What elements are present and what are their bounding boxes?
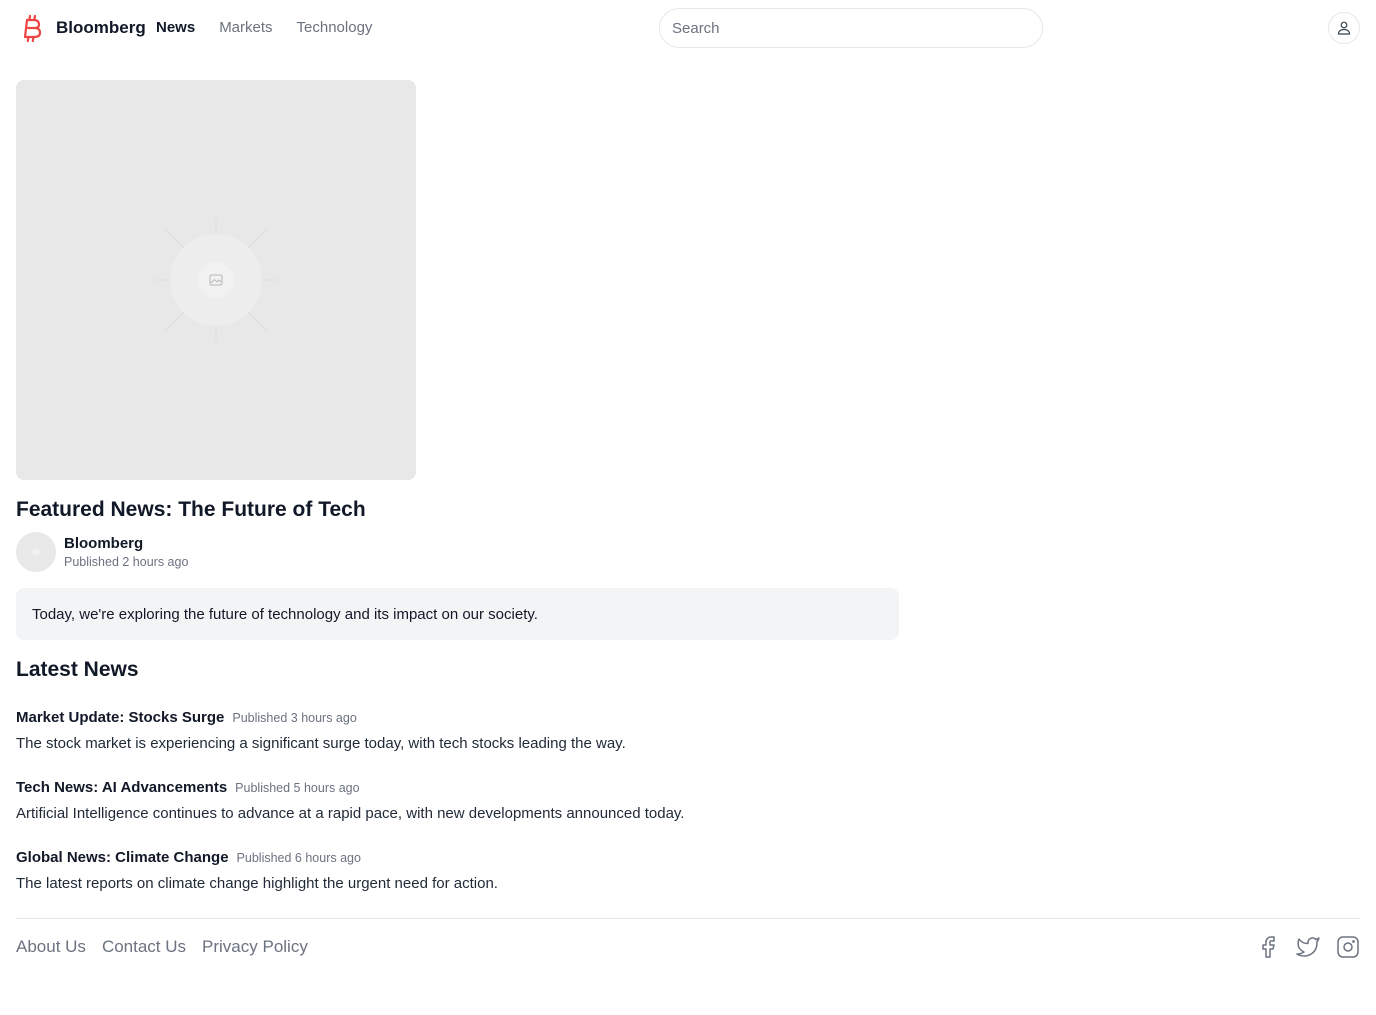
news-item-description: The stock market is experiencing a signi…	[16, 735, 626, 752]
brand-name[interactable]: Bloomberg	[56, 18, 146, 38]
footer-link-contact[interactable]: Contact Us	[102, 937, 186, 957]
instagram-icon[interactable]	[1336, 935, 1360, 959]
main-nav: News Markets Technology	[156, 18, 372, 38]
news-item-time: Published 6 hours ago	[236, 851, 361, 865]
latest-news-heading: Latest News	[16, 658, 139, 681]
search-input[interactable]	[659, 8, 1043, 48]
nav-markets[interactable]: Markets	[219, 18, 272, 38]
site-header: Bloomberg News Markets Technology	[0, 0, 1376, 56]
news-item-description: The latest reports on climate change hig…	[16, 875, 498, 892]
featured-summary: Today, we're exploring the future of tec…	[16, 588, 899, 640]
footer-divider	[16, 918, 1360, 919]
news-item[interactable]: Tech News: AI Advancements Published 5 h…	[16, 778, 1016, 824]
author-avatar	[16, 532, 56, 572]
news-item-title[interactable]: Tech News: AI Advancements	[16, 778, 227, 798]
news-item-title[interactable]: Global News: Climate Change	[16, 848, 229, 868]
published-time: Published 2 hours ago	[64, 555, 189, 569]
news-item-description: Artificial Intelligence continues to adv…	[16, 805, 685, 822]
author-name: Bloomberg	[64, 535, 144, 552]
nav-news[interactable]: News	[156, 18, 195, 38]
footer-link-privacy[interactable]: Privacy Policy	[202, 937, 308, 957]
news-item-time: Published 3 hours ago	[232, 711, 357, 725]
footer-links: About Us Contact Us Privacy Policy	[16, 937, 308, 957]
user-account-button[interactable]	[1328, 12, 1360, 44]
bitcoin-logo-icon[interactable]	[20, 12, 44, 44]
news-item-time: Published 5 hours ago	[235, 781, 360, 795]
facebook-icon[interactable]	[1256, 935, 1280, 959]
featured-summary-text: Today, we're exploring the future of tec…	[32, 605, 538, 623]
image-placeholder-icon	[156, 220, 276, 340]
social-links	[1256, 935, 1360, 959]
twitter-icon[interactable]	[1296, 935, 1320, 959]
featured-title[interactable]: Featured News: The Future of Tech	[16, 497, 366, 523]
news-item[interactable]: Global News: Climate Change Published 6 …	[16, 848, 1016, 894]
news-item-title[interactable]: Market Update: Stocks Surge	[16, 708, 224, 728]
user-icon	[1336, 20, 1352, 36]
footer-link-about[interactable]: About Us	[16, 937, 86, 957]
nav-technology[interactable]: Technology	[297, 18, 373, 38]
featured-image-placeholder	[16, 80, 416, 480]
news-item[interactable]: Market Update: Stocks Surge Published 3 …	[16, 708, 1016, 754]
